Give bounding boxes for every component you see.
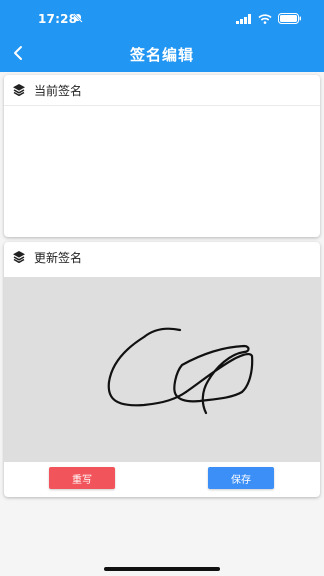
home-indicator <box>104 567 220 571</box>
layers-icon <box>13 251 25 264</box>
battery-icon <box>278 13 301 24</box>
update-signature-header: 更新签名 <box>4 242 320 272</box>
signature-stroke <box>107 327 254 415</box>
wifi-icon <box>258 13 272 24</box>
current-signature-area <box>4 106 320 237</box>
status-icons <box>236 13 302 24</box>
signature-pad[interactable] <box>4 277 320 462</box>
save-button[interactable]: 保存 <box>208 467 274 489</box>
bell-slash-icon <box>73 13 83 23</box>
update-signature-title: 更新签名 <box>34 250 83 265</box>
current-signature-header: 当前签名 <box>4 75 320 106</box>
rewrite-button[interactable]: 重写 <box>49 467 115 489</box>
page-title: 签名编辑 <box>129 46 194 64</box>
update-signature-card: 更新签名 重写 保存 <box>4 242 320 497</box>
signal-icon <box>236 13 251 24</box>
current-signature-card: 当前签名 <box>4 75 320 237</box>
app-header: 17:28 签名编辑 <box>0 0 324 72</box>
current-signature-title: 当前签名 <box>34 83 83 98</box>
signature-actions: 重写 保存 <box>4 464 320 497</box>
layers-icon <box>13 84 25 97</box>
